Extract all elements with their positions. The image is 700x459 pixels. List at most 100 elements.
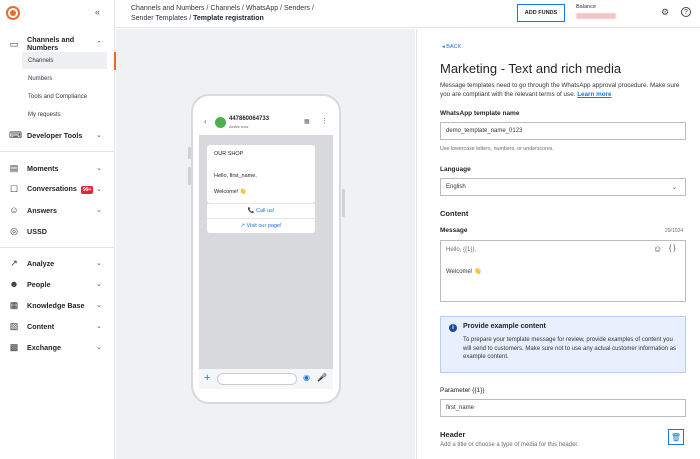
breadcrumb-item[interactable]: Channels and Numbers xyxy=(131,5,205,12)
add-funds-button[interactable]: ADD FUNDS xyxy=(517,4,565,22)
breadcrumb: Channels and Numbers / Channels / WhatsA… xyxy=(131,5,314,22)
sidebar-item-moments[interactable]: ▤ Moments ⌄ xyxy=(0,159,114,177)
sidebar-item-content[interactable]: ▧ Content ⌄ xyxy=(0,317,114,335)
logo-icon[interactable] xyxy=(6,6,20,20)
sidebar-subitem-requests[interactable]: My requests xyxy=(22,106,107,123)
example-content-info: i Provide example content To prepare you… xyxy=(440,316,686,373)
breadcrumb-item[interactable]: WhatsApp xyxy=(246,5,278,12)
chevron-down-icon: ⌄ xyxy=(96,302,102,309)
header-heading: Header xyxy=(440,430,466,439)
collapse-sidebar-icon[interactable]: « xyxy=(95,7,100,17)
chat-header: ‹ 447860064733 Active now ▦ ⋮ xyxy=(199,111,333,135)
people-icon: ☻ xyxy=(9,279,19,289)
sidebar-item-label: Content xyxy=(27,321,55,331)
intro-text: Message templates need to go through the… xyxy=(440,82,680,98)
channels-icon: ▭ xyxy=(9,39,19,49)
message-textarea[interactable]: Hello, {{1}}, Welcome! 👋 ☺ { } xyxy=(440,240,686,302)
message-line: Hello, {{1}}, xyxy=(446,247,477,253)
emoji-icon[interactable]: ☺ xyxy=(653,244,662,254)
message-line: Welcome! 👋 xyxy=(446,269,482,275)
bubble-line: Welcome! 👋 xyxy=(214,189,247,195)
add-variable-icon[interactable]: { } xyxy=(669,245,676,252)
conversations-badge: 99+ xyxy=(80,186,94,194)
moments-icon: ▤ xyxy=(9,163,19,173)
more-icon: ⋮ xyxy=(321,118,328,125)
breadcrumb-item[interactable]: Sender Templates xyxy=(131,15,187,22)
phone-mockup: ‹ 447860064733 Active now ▦ ⋮ OUR SHOP H… xyxy=(191,94,341,404)
camera-icon: ◉ xyxy=(303,373,310,382)
bubble-line: Hello, first_name, xyxy=(214,173,257,179)
phone-side-button xyxy=(342,189,345,217)
sidebar-item-answers[interactable]: ☺ Answers ⌄ xyxy=(0,201,114,219)
chat-input-bar: + ◉ 🎤 xyxy=(199,369,333,389)
sidebar-item-label: Answers xyxy=(27,205,57,215)
sidebar-item-label: Channels and Numbers xyxy=(27,35,75,52)
phone-screen: ‹ 447860064733 Active now ▦ ⋮ OUR SHOP H… xyxy=(199,111,333,389)
breadcrumb-item[interactable]: Senders xyxy=(284,5,310,12)
breadcrumb-current: Template registration xyxy=(193,15,264,22)
info-text: To prepare your template message for rev… xyxy=(463,337,677,360)
divider xyxy=(0,247,114,248)
bubble-header: OUR SHOP xyxy=(214,151,244,157)
chevron-down-icon: ⌄ xyxy=(96,132,102,139)
chevron-down-icon: ⌄ xyxy=(96,186,102,193)
template-form: ◂ BACK Marketing - Text and rich media M… xyxy=(416,29,700,459)
balance-value-redacted xyxy=(576,13,616,19)
page-title: Marketing - Text and rich media xyxy=(440,61,622,76)
back-icon: ‹ xyxy=(204,117,207,126)
sidebar-item-label: USSD xyxy=(27,226,47,236)
whatsapp-avatar-icon xyxy=(215,117,226,128)
plus-icon: + xyxy=(204,372,211,384)
parameter-input[interactable]: first_name xyxy=(440,399,686,417)
content-icon: ▧ xyxy=(9,321,19,331)
parameter-label: Parameter {{1}} xyxy=(440,387,485,394)
sidebar-item-developer[interactable]: ⌨ Developer Tools ⌄ xyxy=(0,126,114,144)
info-icon: i xyxy=(449,324,457,332)
sidebar-item-label: Analyze xyxy=(27,258,55,268)
chat-message-box xyxy=(217,373,297,385)
message-counter: 29/1024 xyxy=(665,228,684,234)
chart-icon: ↗ xyxy=(10,258,18,268)
back-link[interactable]: ◂ BACK xyxy=(442,44,461,50)
sidebar-item-ussd[interactable]: ◎ USSD xyxy=(0,222,114,240)
sidebar-item-exchange[interactable]: ▩ Exchange ⌄ xyxy=(0,338,114,356)
language-select[interactable]: English ⌄ xyxy=(440,178,686,196)
microphone-icon: 🎤 xyxy=(317,373,327,382)
content-heading: Content xyxy=(440,209,469,218)
sidebar-subitem-channels[interactable]: Channels xyxy=(22,52,107,69)
breadcrumb-item[interactable]: Channels xyxy=(210,5,240,12)
chevron-down-icon: ⌄ xyxy=(96,281,102,288)
template-name-hint: Use lowercase letters, numbers, or under… xyxy=(440,146,554,152)
sidebar-item-knowledge[interactable]: ▦ Knowledge Base ⌄ xyxy=(0,296,114,314)
sidebar-item-people[interactable]: ☻ People ⌄ xyxy=(0,275,114,293)
sidebar-item-label: Conversations 99+ xyxy=(27,184,94,194)
template-preview-panel: ‹ 447860064733 Active now ▦ ⋮ OUR SHOP H… xyxy=(116,29,415,459)
sidebar-subitem-tools[interactable]: Tools and Compliance xyxy=(22,88,107,105)
chevron-down-icon: ⌄ xyxy=(96,323,102,330)
chevron-up-icon: ⌃ xyxy=(96,41,102,48)
message-bubble: OUR SHOP Hello, first_name, Welcome! 👋 xyxy=(207,145,315,203)
template-name-label: WhatsApp template name xyxy=(440,110,520,117)
divider xyxy=(0,151,114,152)
learn-more-link[interactable]: Learn more xyxy=(577,91,611,98)
language-value: English xyxy=(446,184,466,190)
chevron-down-icon: ⌄ xyxy=(671,185,677,191)
calendar-icon: ▦ xyxy=(304,119,310,125)
sidebar-subitem-numbers[interactable]: Numbers xyxy=(22,70,107,87)
template-name-input[interactable]: demo_template_name_0123 xyxy=(440,122,686,140)
sidebar-item-conversations[interactable]: ☐ Conversations 99+ ⌄ xyxy=(0,180,114,198)
sidebar-item-label: Knowledge Base xyxy=(27,300,85,310)
code-icon: ⌨ xyxy=(9,130,22,140)
sender-phone-number: 447860064733 xyxy=(229,116,270,122)
sidebar-item-analyze[interactable]: ↗ Analyze ⌄ xyxy=(0,254,114,272)
chevron-down-icon: ⌄ xyxy=(96,260,102,267)
bubble-button-call: 📞 Call us! xyxy=(207,203,315,218)
help-icon[interactable]: ? xyxy=(681,7,691,17)
chevron-down-icon: ⌄ xyxy=(96,165,102,172)
top-header: Channels and Numbers / Channels / WhatsA… xyxy=(116,0,700,28)
settings-icon[interactable]: ⚙ xyxy=(661,7,669,18)
bot-icon: ☺ xyxy=(9,205,19,215)
chat-icon: ☐ xyxy=(9,184,19,194)
sidebar: « ▭ Channels and Numbers ⌃ Channels Numb… xyxy=(0,0,115,459)
delete-header-button[interactable]: 🗑 xyxy=(668,429,684,445)
